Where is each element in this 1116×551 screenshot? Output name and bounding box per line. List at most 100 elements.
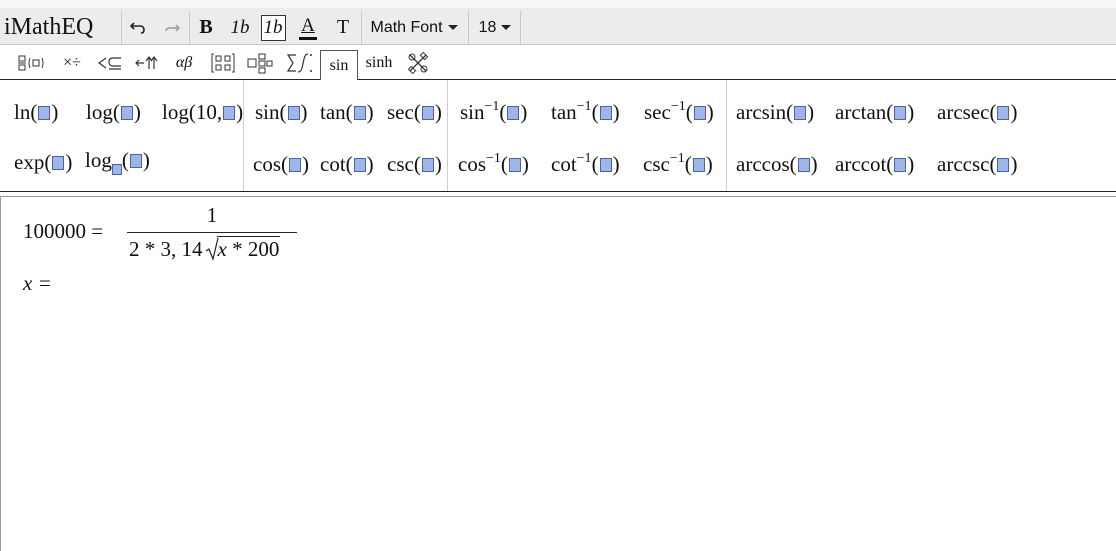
insert-arccsc[interactable]: arccsc() — [937, 154, 1017, 175]
insert-exp[interactable]: exp() — [14, 152, 72, 173]
font-color-label: A — [301, 14, 315, 36]
variable-x: x — [217, 237, 227, 261]
insert-inv-cos[interactable]: cos−1() — [458, 152, 529, 175]
placeholder-box — [52, 156, 65, 170]
redo-button[interactable] — [160, 11, 184, 44]
math-font-dropdown[interactable]: Math Font — [363, 11, 465, 44]
chevron-down-icon — [501, 25, 512, 30]
paren: ) — [706, 100, 714, 124]
insert-arctan[interactable]: arctan() — [835, 102, 914, 123]
tools-icon — [407, 52, 429, 74]
inv-sin-label: sin — [460, 100, 485, 124]
text-mode-button[interactable]: T — [329, 11, 357, 44]
insert-sin[interactable]: sin() — [255, 102, 308, 123]
insert-arccos[interactable]: arccos() — [736, 154, 818, 175]
cot-label: cot( — [320, 152, 353, 176]
arctan-label: arctan( — [835, 100, 894, 124]
insert-log[interactable]: log() — [86, 102, 141, 123]
tab-arithmetic[interactable]: ×÷ — [56, 50, 88, 76]
placeholder-box — [599, 158, 612, 172]
fraction-template-icon — [18, 55, 44, 71]
placeholder-box — [353, 106, 366, 120]
base-placeholder — [111, 164, 122, 175]
insert-ln[interactable]: ln() — [14, 102, 58, 123]
paren: ) — [302, 152, 309, 176]
tab-templates[interactable] — [16, 50, 48, 76]
bold-button[interactable]: B — [192, 11, 220, 44]
inverse-exponent: −1 — [576, 99, 592, 114]
italic-active-button[interactable]: 1b — [258, 11, 288, 44]
inverse-exponent: −1 — [576, 151, 592, 166]
math-font-value: Math Font — [370, 18, 443, 36]
fraction-denominator: 2 * 3, 14 x * 200 — [129, 236, 281, 262]
insert-sec[interactable]: sec() — [387, 102, 442, 123]
exp-label: exp( — [14, 150, 52, 174]
paren: ) — [1010, 152, 1018, 176]
insert-tan[interactable]: tan() — [320, 102, 374, 123]
layout-icon — [247, 53, 273, 74]
placeholder-box — [508, 158, 521, 172]
fraction-numerator: 1 — [206, 203, 218, 227]
paren: ) — [366, 152, 374, 176]
main-toolbar: iMathEQ B 1b 1b A T Math Font 18 — [0, 0, 1116, 45]
insert-log10[interactable]: log(10,) — [162, 102, 243, 123]
insert-inv-csc[interactable]: csc−1() — [643, 152, 713, 175]
insert-arcsec[interactable]: arcsec() — [937, 102, 1017, 123]
inverse-exponent: −1 — [486, 151, 501, 166]
undo-button[interactable] — [126, 11, 150, 44]
insert-cot[interactable]: cot() — [320, 154, 374, 175]
divider — [189, 11, 190, 44]
tab-greek[interactable]: αβ — [168, 50, 200, 76]
font-size-value: 18 — [478, 18, 497, 36]
tan-label: tan( — [320, 100, 353, 124]
insert-inv-tan[interactable]: tan−1() — [551, 100, 620, 123]
font-size-dropdown[interactable]: 18 — [471, 11, 519, 44]
csc-label: csc( — [387, 152, 421, 176]
paren: ) — [142, 148, 150, 172]
placeholder-box — [997, 158, 1010, 172]
paren: ) — [520, 100, 528, 124]
insert-arccot[interactable]: arccot() — [835, 154, 914, 175]
tab-relations[interactable] — [95, 50, 125, 76]
placeholder-box — [794, 106, 807, 120]
insert-inv-cot[interactable]: cot−1() — [551, 152, 620, 175]
insert-log-base[interactable]: log() — [85, 150, 150, 175]
group-divider — [447, 80, 448, 191]
equation-editor[interactable]: 100000 = 1 2 * 3, 14 x * 200 x = — [0, 196, 1116, 551]
divider — [361, 11, 362, 44]
ln-label: ln( — [14, 100, 38, 124]
paren: ) — [612, 100, 620, 124]
paren: ) — [434, 100, 442, 124]
inv-cos-label: cos — [458, 152, 486, 176]
font-color-button[interactable]: A — [294, 11, 322, 44]
placeholder-box — [287, 106, 300, 120]
placeholder-box — [797, 158, 810, 172]
equation-line-result[interactable]: x = — [23, 271, 52, 296]
italic-active-label: 1b — [260, 14, 286, 41]
insert-arcsin[interactable]: arcsin() — [736, 102, 814, 123]
paren: ) — [51, 100, 59, 124]
inv-cot-label: cot — [551, 152, 577, 176]
paren: ) — [1010, 100, 1018, 124]
inv-csc-label: csc — [643, 152, 670, 176]
insert-inv-sin[interactable]: sin−1() — [460, 100, 527, 123]
paren: ) — [705, 152, 713, 176]
arrows-icon — [135, 56, 158, 69]
insert-inv-sec[interactable]: sec−1() — [644, 100, 714, 123]
tab-layout[interactable] — [245, 50, 275, 76]
group-divider — [243, 80, 244, 191]
placeholder-box — [507, 106, 520, 120]
insert-cos[interactable]: cos() — [253, 154, 309, 175]
tab-trig[interactable]: sin — [320, 50, 358, 80]
paren: ) — [65, 150, 73, 174]
tab-arrows[interactable] — [133, 50, 159, 76]
tab-matrix[interactable] — [209, 50, 237, 76]
placeholder-box — [129, 154, 142, 168]
tab-hyperbolic[interactable]: sinh — [360, 50, 398, 76]
fraction-bar — [127, 232, 297, 233]
tab-misc[interactable] — [405, 50, 431, 76]
tab-sum-integral[interactable] — [283, 50, 317, 76]
insert-csc[interactable]: csc() — [387, 154, 442, 175]
italic-button[interactable]: 1b — [225, 11, 255, 44]
log-label: log( — [86, 100, 120, 124]
